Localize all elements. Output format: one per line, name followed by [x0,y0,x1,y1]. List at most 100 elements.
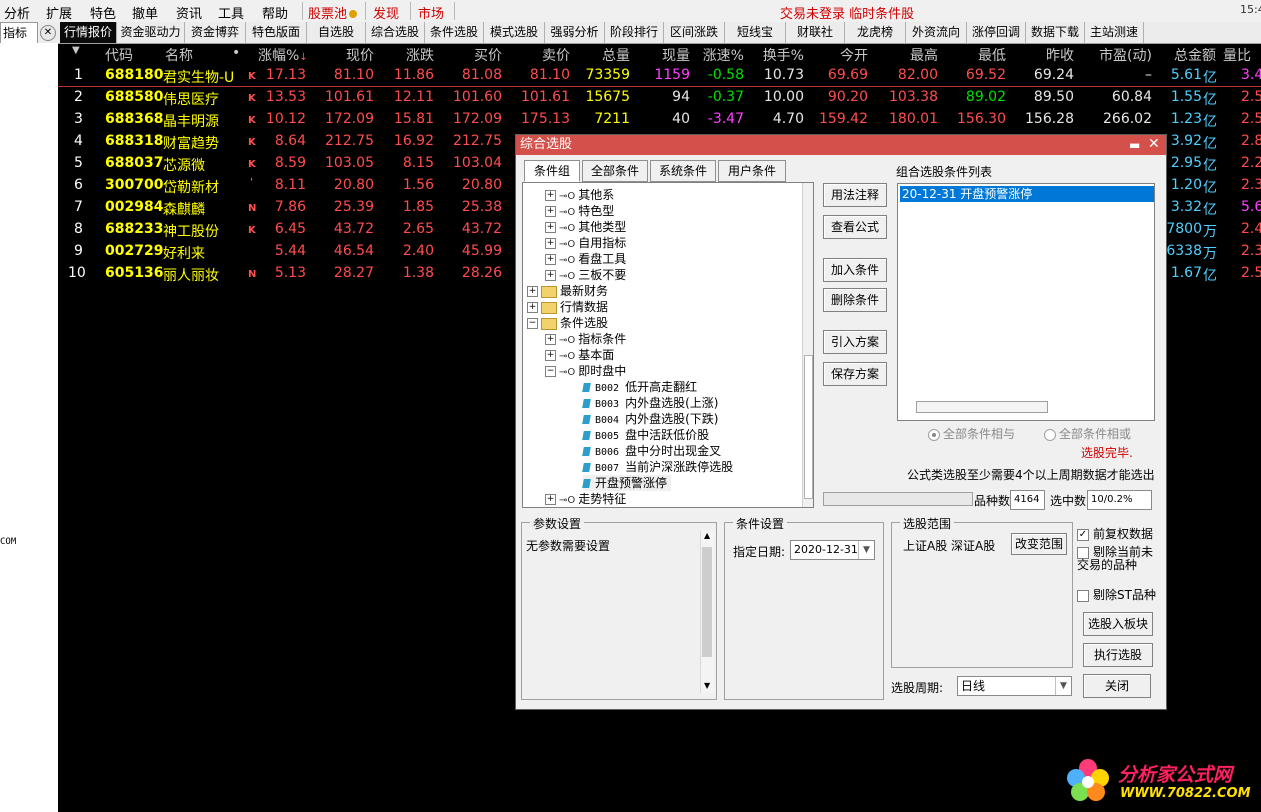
tab-cls-news[interactable]: 财联社 [786,22,845,43]
tree-node[interactable]: + ⊸O 走势特征 [545,491,626,507]
tree-leaf[interactable]: B007 当前沪深涨跌停选股 [582,459,733,475]
list-item-selected[interactable]: 20-12-31 开盘预警涨停 [900,186,1154,202]
expand-icon[interactable]: + [545,238,556,249]
close-icon[interactable]: ✕ [1148,134,1160,154]
tree-leaf[interactable]: B006 盘中分时出现金叉 [582,443,721,459]
period-select[interactable]: 日线 ▼ [957,676,1072,696]
date-picker[interactable]: 2020-12-31 ▼ [790,540,875,560]
dialog-title-bar[interactable]: 综合选股 ▬ ✕ [516,135,1166,155]
table-row[interactable]: 3 688368 晶丰明源 K 10.12 172.09 15.81 172.0… [58,109,1261,131]
tab-capital-drive[interactable]: 资金驱动力 [117,22,185,43]
login-status[interactable]: 交易未登录 临时条件股 [780,3,914,22]
menu-extend[interactable]: 扩展 [46,3,72,22]
collapse-icon[interactable]: − [545,366,556,377]
col-header-bid[interactable]: 买价 [436,45,502,65]
condition-tree[interactable]: + ⊸O 其他系 + ⊸O 特色型 + ⊸O 其他类型 + ⊸O 自用指标 + ⊸O 看盘工具 + ⊸… [522,182,814,508]
tree-folder[interactable]: − 条件选股 [527,315,608,331]
tree-node[interactable]: + ⊸O 其他系 [545,187,614,203]
delete-condition-button[interactable]: 删除条件 [823,288,887,312]
tree-leaf[interactable]: B004 内外盘选股(下跌) [582,411,718,427]
tab-strength-analysis[interactable]: 强弱分析 [545,22,605,43]
collapse-icon[interactable]: − [527,318,538,329]
col-header-high[interactable]: 最高 [870,45,938,65]
tree-node[interactable]: + ⊸O 特色型 [545,203,614,219]
table-row[interactable]: 1 688180 君实生物-U K 17.13 81.10 11.86 81.0… [58,65,1261,87]
tree-folder[interactable]: + 最新财务 [527,283,608,299]
tree-node[interactable]: + ⊸O 看盘工具 [545,251,626,267]
scroll-down-icon[interactable]: ▼ [704,681,710,690]
col-header-pe[interactable]: 市盈(动) [1076,45,1152,65]
menu-feature[interactable]: 特色 [90,3,116,22]
tab-all-conditions[interactable]: 全部条件 [582,160,648,182]
col-header-amount[interactable]: 总金额 [1154,45,1216,65]
col-header-open[interactable]: 今开 [806,45,868,65]
add-to-block-button[interactable]: 选股入板块 [1083,612,1153,636]
indicator-label[interactable]: 指标 [0,22,38,44]
tab-speed-test[interactable]: 主站测速 [1085,22,1144,43]
menu-analysis[interactable]: 分析 [4,3,30,22]
expand-icon[interactable]: + [545,222,556,233]
menu-stock-pool[interactable]: 股票池 [308,3,358,22]
menu-tools[interactable]: 工具 [218,3,244,22]
expand-icon[interactable]: + [527,286,538,297]
tab-foreign-flow[interactable]: 外资流向 [906,22,967,43]
tree-leaf[interactable]: B002 低开高走翻红 [582,379,697,395]
chevron-down-icon[interactable]: ▼ [1055,677,1071,695]
col-header-change[interactable]: 涨跌 [376,45,434,65]
radio-and[interactable]: 全部条件相与 [928,425,1015,442]
tree-folder[interactable]: + 行情数据 [527,299,608,315]
tree-node[interactable]: − ⊸O 即时盘中 [545,363,626,379]
exclude-untraded-checkbox[interactable]: 剔除当前未交易的品种 [1077,546,1163,572]
tree-leaf-selected[interactable]: 开盘预警涨停 [582,475,672,491]
tree-node[interactable]: + ⊸O 自用指标 [545,235,626,251]
tab-condition-group[interactable]: 条件组 [524,160,580,182]
col-header-current-volume[interactable]: 现量 [632,45,690,65]
menu-market[interactable]: 市场 [418,3,444,22]
tree-node[interactable]: + ⊸O 指标条件 [545,331,626,347]
tab-system-conditions[interactable]: 系统条件 [650,160,716,182]
tab-pattern-select[interactable]: 模式选股 [484,22,545,43]
tree-leaf[interactable]: B003 内外盘选股(上涨) [582,395,718,411]
condition-list[interactable]: 20-12-31 开盘预警涨停 [897,183,1155,421]
tab-short-term[interactable]: 短线宝 [725,22,786,43]
col-header-volume[interactable]: 总量 [572,45,630,65]
tree-node[interactable]: + ⊸O 其他类型 [545,219,626,235]
tab-capital-game[interactable]: 资金博弈 [185,22,246,43]
col-header-dot[interactable]: • [232,45,240,61]
save-plan-button[interactable]: 保存方案 [823,362,887,386]
close-button[interactable]: 关闭 [1083,674,1151,698]
expand-icon[interactable]: + [545,206,556,217]
tab-data-download[interactable]: 数据下载 [1026,22,1085,43]
list-h-scrollbar[interactable] [916,401,1048,413]
import-plan-button[interactable]: 引入方案 [823,330,887,354]
chevron-down-icon[interactable]: ▼ [858,541,874,559]
tab-watchlist[interactable]: 自选股 [307,22,366,43]
menu-discover[interactable]: 发现 [373,3,399,22]
col-header-prev-close[interactable]: 昨收 [1008,45,1074,65]
tab-quote[interactable]: 行情报价 [60,22,117,43]
tree-node[interactable]: + ⊸O 三板不要 [545,267,626,283]
usage-notes-button[interactable]: 用法注释 [823,183,887,207]
tree-leaf[interactable]: B005 盘中活跃低价股 [582,427,709,443]
tab-user-conditions[interactable]: 用户条件 [718,160,786,182]
scroll-up-icon[interactable]: ▲ [704,531,710,540]
tab-limit-pullback[interactable]: 涨停回调 [967,22,1026,43]
menu-news[interactable]: 资讯 [176,3,202,22]
col-header-turnover[interactable]: 换手% [746,45,804,65]
tree-scrollbar[interactable] [802,183,813,507]
menu-cancel-order[interactable]: 撤单 [132,3,158,22]
col-header-volume-ratio[interactable]: 量比 [1223,45,1251,65]
tab-range-change[interactable]: 区间涨跌 [664,22,725,43]
expand-icon[interactable]: + [545,190,556,201]
expand-icon[interactable]: + [527,302,538,313]
tab-stage-rank[interactable]: 阶段排行 [605,22,664,43]
execute-screen-button[interactable]: 执行选股 [1083,643,1153,667]
expand-icon[interactable]: + [545,254,556,265]
col-header-price[interactable]: 现价 [306,45,374,65]
expand-icon[interactable]: + [545,270,556,281]
expand-icon[interactable]: + [545,494,556,505]
tab-feature-layout[interactable]: 特色版面 [246,22,307,43]
scrollbar-thumb[interactable] [702,547,712,657]
col-header-low[interactable]: 最低 [940,45,1006,65]
tab-condition-select[interactable]: 条件选股 [425,22,484,43]
